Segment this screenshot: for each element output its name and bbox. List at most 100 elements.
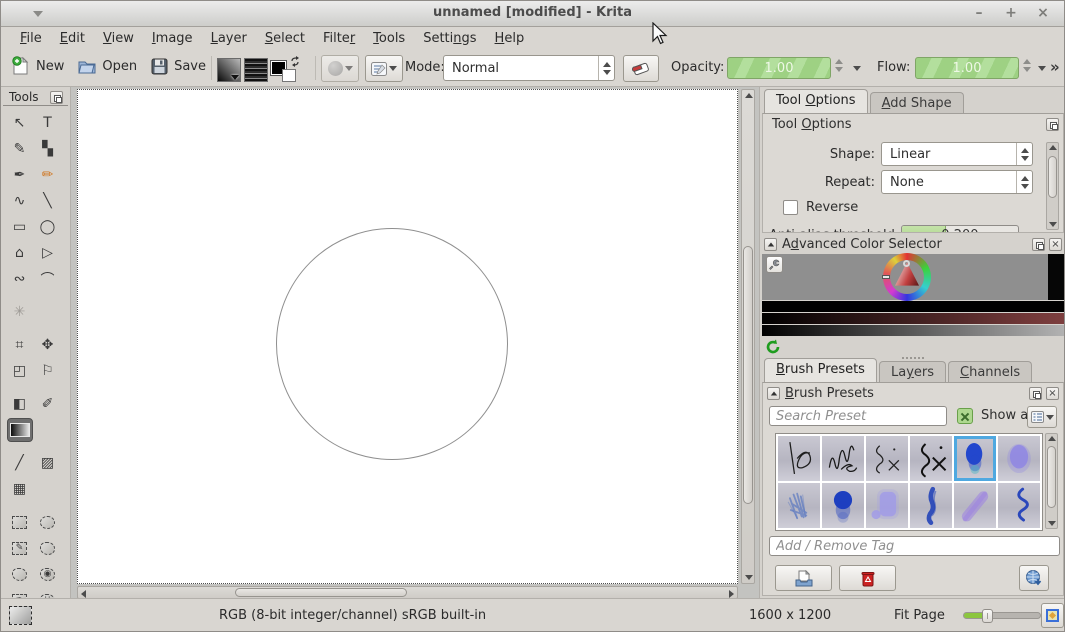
scroll-up-icon[interactable] (1049, 145, 1057, 150)
float-docker-icon[interactable] (1046, 118, 1059, 131)
scroll-left-icon[interactable] (81, 590, 86, 598)
reverse-checkbox[interactable] (783, 200, 798, 215)
paint-select-tool[interactable]: ✎ (7, 536, 33, 560)
freehand-brush-tool[interactable]: ∿ (7, 189, 33, 213)
artistic-stamp-tool[interactable]: ✏ (35, 163, 61, 187)
new-button[interactable]: New (7, 53, 68, 79)
menu-help[interactable]: Help (486, 29, 534, 48)
hue-ring[interactable] (883, 253, 931, 301)
canvas-vertical-scrollbar[interactable] (741, 89, 755, 584)
close-docker-icon[interactable]: × (1049, 238, 1062, 251)
tab-add-shape[interactable]: Add Shape (870, 92, 964, 113)
refresh-colors-button[interactable] (764, 338, 781, 355)
brush-preset-pencil-zigzag[interactable] (866, 436, 908, 481)
brush-preset-soft-blue-blob[interactable] (954, 436, 996, 481)
polyline-tool[interactable]: ▷ (35, 241, 61, 265)
maximize-button[interactable]: + (1000, 4, 1022, 22)
brush-preset-wavy-blue-stroke[interactable] (998, 483, 1040, 528)
rectangle-tool[interactable]: ▭ (7, 215, 33, 239)
brush-preset-chooser-button[interactable] (321, 55, 359, 82)
float-docker-icon[interactable] (50, 91, 63, 104)
color-selector-area[interactable] (762, 254, 1064, 300)
elliptical-select-tool[interactable] (35, 510, 61, 534)
close-button[interactable]: × (1032, 4, 1054, 22)
flow-dropdown-button[interactable] (1034, 58, 1050, 78)
toolbar-overflow-button[interactable]: » (1050, 58, 1060, 76)
color-picker-tool[interactable]: ✐ (35, 392, 61, 416)
freehand-path-tool[interactable]: ⌒ (35, 267, 61, 291)
collapse-docker-icon[interactable] (767, 387, 780, 400)
bezier-curve-tool[interactable]: ∾ (7, 267, 33, 291)
flow-spinners[interactable] (1023, 59, 1031, 72)
opacity-slider[interactable]: 1.00 (727, 57, 831, 79)
search-preset-input[interactable] (769, 406, 947, 426)
opacity-spinners[interactable] (835, 59, 843, 72)
menu-settings[interactable]: Settings (414, 29, 485, 48)
text-tool[interactable]: T (35, 111, 61, 135)
menu-layer[interactable]: Layer (202, 29, 256, 48)
measure-tool[interactable]: ╱ (7, 451, 33, 475)
scroll-right-icon[interactable] (729, 590, 734, 598)
float-docker-icon[interactable] (1032, 238, 1045, 251)
perspective-grid-tool[interactable]: ▨ (35, 451, 61, 475)
crop-tool[interactable]: ⌗ (7, 333, 33, 357)
gradient-chooser-swatch[interactable] (217, 58, 241, 82)
menu-file[interactable]: File (11, 29, 51, 48)
scroll-thumb[interactable] (1048, 156, 1057, 198)
brush-preset-pencil-zigzag-bold[interactable] (910, 436, 952, 481)
rectangular-select-tool[interactable] (7, 510, 33, 534)
open-button[interactable]: Open (73, 53, 141, 79)
download-resources-button[interactable] (1019, 565, 1049, 591)
brush-preset-blue-chalk[interactable] (778, 483, 820, 528)
pattern-chooser-swatch[interactable] (244, 58, 268, 82)
delete-resource-button[interactable] (839, 565, 896, 591)
scroll-thumb[interactable] (1047, 446, 1056, 508)
shade-strip-1[interactable] (762, 301, 1064, 312)
spin-up-icon[interactable] (1025, 233, 1033, 234)
brush-preset-soft-purple-rect[interactable] (866, 483, 908, 528)
eraser-mode-button[interactable] (623, 55, 659, 82)
import-resource-button[interactable] (775, 565, 832, 591)
save-button[interactable]: Save (146, 54, 210, 79)
pattern-edit-tool[interactable]: ▚ (35, 137, 61, 161)
repeat-combobox[interactable]: None (881, 170, 1033, 194)
opacity-dropdown-button[interactable] (849, 58, 865, 78)
grid-tool[interactable]: ▦ (7, 477, 33, 501)
tool-options-scrollbar[interactable] (1046, 142, 1059, 230)
menu-image[interactable]: Image (143, 29, 202, 48)
shade-strip-3[interactable] (762, 325, 1064, 336)
freehand-select-tool[interactable] (35, 536, 61, 560)
scroll-down-icon[interactable] (745, 575, 753, 580)
perspective-transform-tool[interactable]: ⚐ (35, 359, 61, 383)
brush-preset-ink-scribbles[interactable] (822, 436, 864, 481)
flow-slider[interactable]: 1.00 (915, 57, 1019, 79)
scroll-down-icon[interactable] (1048, 521, 1056, 526)
tab-brush-presets[interactable]: Brush Presets (764, 358, 877, 382)
tag-input[interactable] (769, 536, 1060, 556)
blending-mode-combobox[interactable]: Normal (443, 55, 615, 81)
tab-tool-options[interactable]: Tool Options (764, 89, 868, 113)
shade-strip-2[interactable] (762, 313, 1064, 324)
minimize-button[interactable]: – (968, 4, 990, 22)
scroll-up-icon[interactable] (1048, 436, 1056, 441)
move-tool[interactable]: ✥ (35, 333, 61, 357)
brush-preset-ink-pen-rough[interactable] (778, 436, 820, 481)
multibrush-tool[interactable]: ✳ (7, 300, 33, 324)
selector-settings-button[interactable] (766, 256, 783, 273)
close-docker-icon[interactable]: × (1046, 387, 1059, 400)
clear-search-button[interactable] (957, 408, 973, 424)
menu-filter[interactable]: Filter (314, 29, 364, 48)
fuzzy-select-tool[interactable] (7, 562, 33, 586)
scroll-down-icon[interactable] (1049, 222, 1057, 227)
vertical-scroll-thumb[interactable] (743, 246, 753, 504)
transform-tool[interactable]: ◰ (7, 359, 33, 383)
horizontal-scroll-thumb[interactable] (235, 588, 407, 597)
gradient-tool[interactable] (7, 418, 33, 442)
ellipse-tool[interactable]: ◯ (35, 215, 61, 239)
preset-grid-scrollbar[interactable] (1045, 433, 1058, 529)
zoom-slider-handle[interactable] (982, 609, 993, 623)
menu-select[interactable]: Select (256, 29, 314, 48)
menu-view[interactable]: View (94, 29, 143, 48)
float-docker-icon[interactable] (1029, 387, 1042, 400)
brush-preset-soft-diagonal-stroke[interactable] (954, 483, 996, 528)
